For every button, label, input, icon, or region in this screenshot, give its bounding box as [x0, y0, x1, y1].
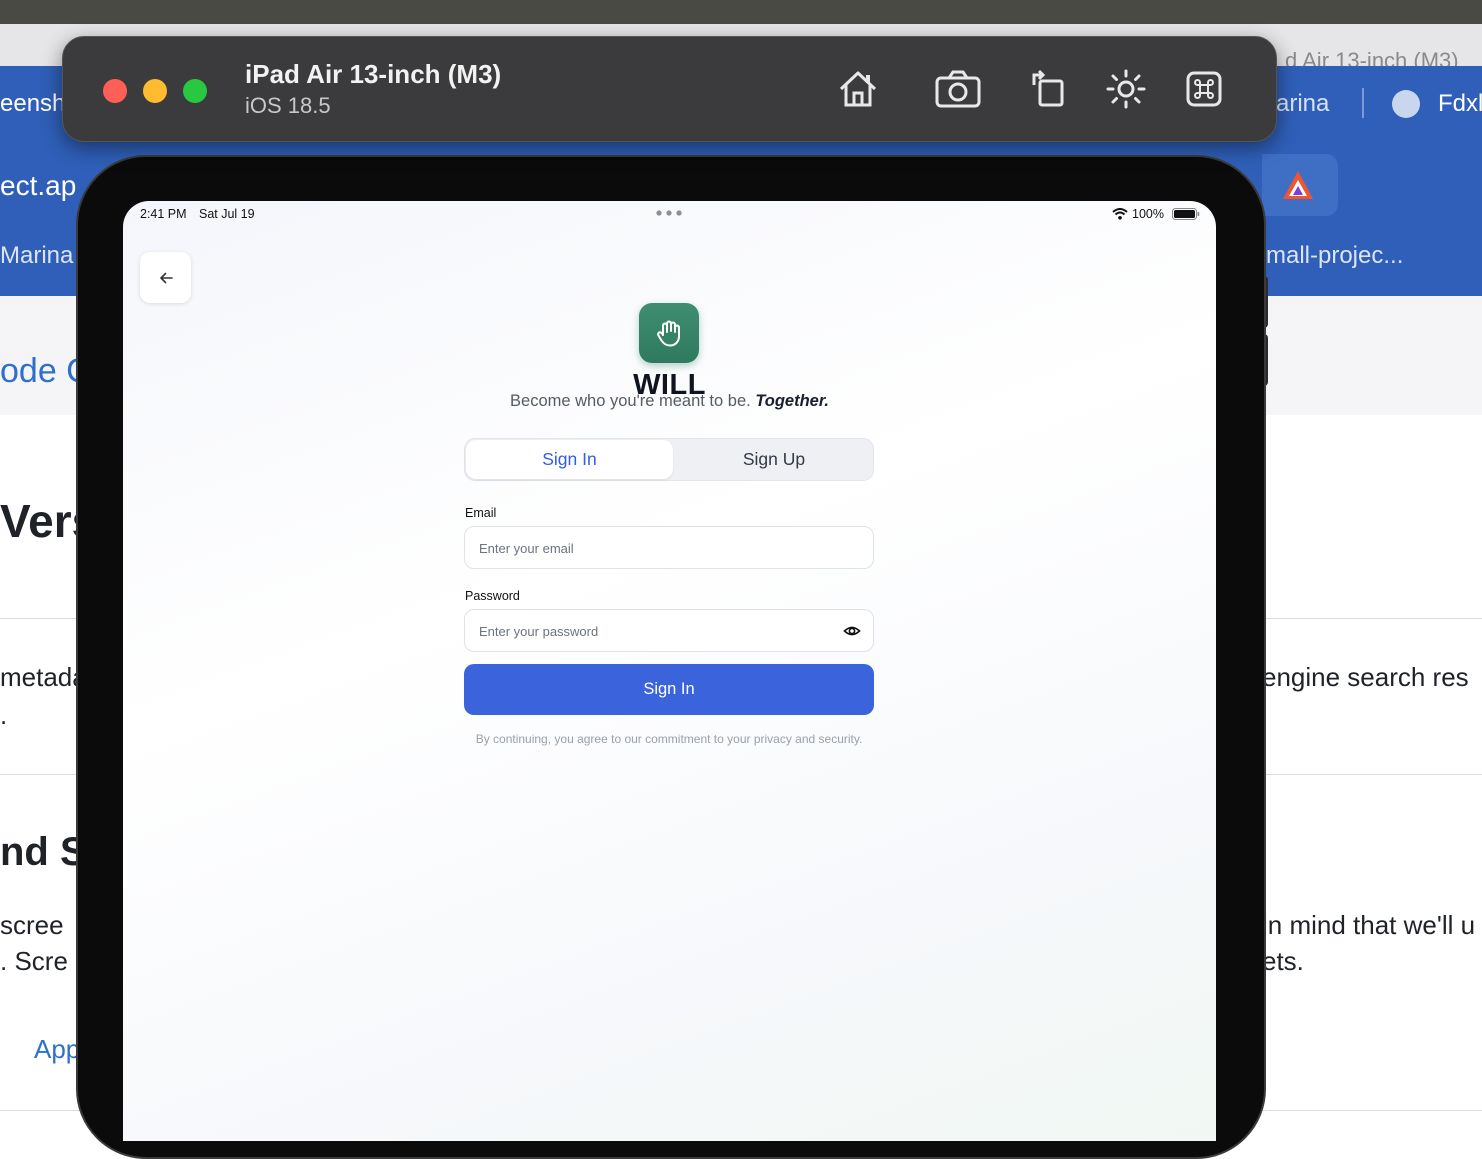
back-button[interactable] — [140, 252, 191, 303]
email-field-container — [464, 526, 874, 569]
close-window-button[interactable] — [103, 79, 127, 103]
rotate-button[interactable] — [1023, 65, 1073, 113]
tab-sign-up[interactable]: Sign Up — [675, 440, 873, 479]
screenshot-icon — [935, 70, 981, 108]
battery-percent: 100% — [1132, 207, 1164, 221]
tab-sign-in[interactable]: Sign In — [466, 440, 673, 479]
home-button[interactable] — [833, 65, 883, 113]
bookmark-left[interactable]: Marina — [0, 242, 73, 270]
tagline-text: Become who you're meant to be. — [510, 392, 756, 410]
status-date: Sat Jul 19 — [199, 207, 255, 221]
command-icon — [1186, 71, 1222, 107]
tagline: Become who you're meant to be. Together. — [123, 392, 1216, 411]
browser-tab-right[interactable]: arina — [1276, 90, 1329, 118]
rotate-icon — [1032, 69, 1064, 107]
body-text-metadata: metada — [0, 662, 87, 692]
raised-hand-icon — [657, 320, 680, 347]
show-password-icon[interactable] — [843, 622, 861, 640]
app-link[interactable]: App — [34, 1034, 80, 1065]
tab-divider — [1362, 88, 1364, 118]
arrow-left-icon — [159, 272, 173, 283]
body-text-in-mind: in mind that we'll u — [1262, 910, 1476, 940]
wifi-icon — [1112, 208, 1128, 220]
address-bar-text[interactable]: ect.ap — [0, 170, 76, 202]
password-field[interactable] — [465, 610, 841, 652]
body-text-search-results: engine search res — [1262, 662, 1469, 692]
section-heading-and: nd S — [0, 830, 87, 874]
multitasking-dots-icon[interactable] — [656, 210, 682, 216]
minimize-window-button[interactable] — [143, 79, 167, 103]
appearance-icon — [1106, 69, 1146, 109]
tagline-emphasis: Together. — [755, 392, 829, 410]
sign-in-button[interactable]: Sign In — [464, 664, 874, 715]
simulator-device-name: iPad Air 13-inch (M3) — [245, 59, 502, 89]
body-text-screen-2: . Scre — [0, 946, 68, 976]
simulator-titlebar: iPad Air 13-inch (M3) iOS 18.5 — [62, 36, 1277, 142]
home-icon — [839, 71, 877, 107]
terms-notice: By continuing, you agree to our commitme… — [475, 732, 863, 746]
zoom-window-button[interactable] — [183, 79, 207, 103]
brave-extension-button[interactable] — [1262, 154, 1338, 216]
body-text-ets: ets. — [1262, 946, 1304, 976]
body-text-screen: scree — [0, 910, 64, 940]
password-label: Password — [465, 589, 520, 603]
keyboard-shortcuts-button[interactable] — [1179, 65, 1229, 113]
auth-mode-segmented-control: Sign In Sign Up — [464, 438, 874, 481]
email-label: Email — [465, 506, 497, 520]
ipad-screen: 2:41 PM Sat Jul 19 100% WILL Become who … — [123, 201, 1216, 1141]
brave-rewards-icon — [1283, 171, 1313, 199]
bookmark-right[interactable]: mall-projec... — [1266, 242, 1403, 270]
browser-tab-far-right[interactable]: Fdxl — [1438, 90, 1482, 118]
battery-icon — [1172, 208, 1200, 220]
macos-top-strip — [0, 0, 1482, 24]
simulator-os-version: iOS 18.5 — [245, 93, 331, 118]
status-time: 2:41 PM — [140, 207, 187, 221]
body-text-metadata-2: . — [0, 700, 8, 730]
browser-tab-left[interactable]: eensh — [0, 90, 65, 118]
email-field[interactable] — [465, 527, 841, 569]
appearance-button[interactable] — [1101, 65, 1151, 113]
app-logo — [639, 303, 699, 363]
password-field-container — [464, 609, 874, 652]
globe-icon — [1392, 90, 1420, 118]
screenshot-button[interactable] — [933, 65, 983, 113]
